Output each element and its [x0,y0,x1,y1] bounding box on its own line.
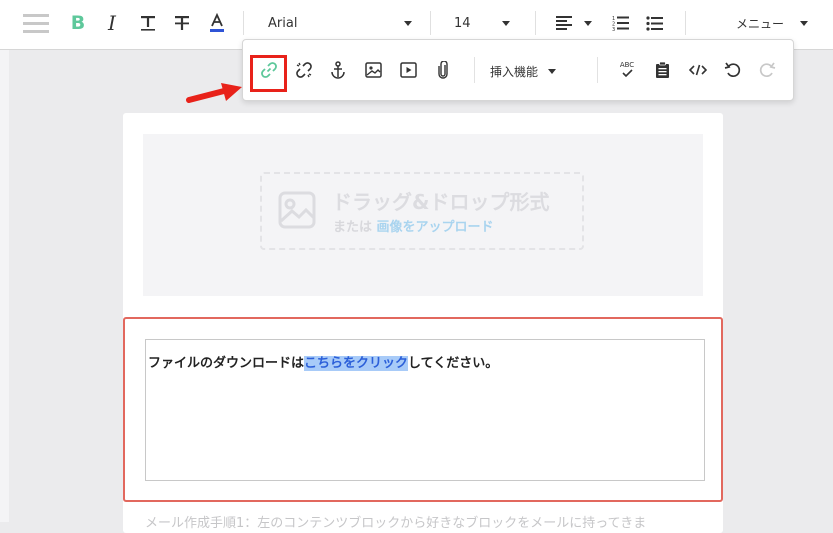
svg-text:3: 3 [612,27,615,31]
popup-divider [474,57,475,83]
insert-video-button[interactable] [391,50,425,90]
undo-button[interactable] [716,50,750,90]
image-icon [364,62,382,78]
text-before: ファイルのダウンロードは [148,356,305,371]
text-content[interactable]: ファイルのダウンロードはこちらをクリックしてください。 [148,352,498,371]
anchor-icon [331,61,345,79]
chevron-down-icon [404,20,412,26]
dropzone-title: ドラッグ&ドロップ形式 [332,190,550,214]
spellcheck-icon: ABC [620,61,634,78]
video-icon [399,62,417,78]
insert-feature-dropdown[interactable]: 挿入機能 [490,54,557,88]
link-highlight-box [250,55,287,92]
menu-label: メニュー [736,16,785,31]
toolbar-divider [430,11,431,35]
text-format-icon[interactable] [136,0,160,46]
chevron-down-icon [502,20,510,26]
insert-image-button[interactable] [356,50,390,90]
hamburger-menu-icon[interactable] [18,0,54,46]
dropzone-or-text: または [333,220,373,235]
dropzone-subtitle: または 画像をアップロード [333,216,494,235]
italic-button[interactable]: I [100,0,124,46]
selected-link-text[interactable]: こちらをクリック [304,356,409,371]
insert-feature-label: 挿入機能 [490,64,539,79]
code-icon [689,64,707,76]
attach-file-button[interactable] [426,50,460,90]
redo-icon [759,62,776,78]
spellcheck-button[interactable]: ABC [610,50,644,90]
spellcheck-label: ABC [620,61,634,69]
undo-icon [724,62,741,78]
paperclip-icon [438,61,448,79]
paste-text-button[interactable] [645,50,679,90]
unlink-icon [296,62,312,78]
font-size-value: 14 [454,15,471,31]
source-code-button[interactable] [681,50,715,90]
toolbar-divider [243,11,244,35]
remove-link-button[interactable] [287,50,321,90]
text-after: してください。 [408,356,499,371]
strikethrough-icon[interactable] [170,0,194,46]
bold-button[interactable]: B [66,0,90,46]
toolbar-divider [685,11,686,35]
font-family-value: Arial [268,15,298,31]
pointer-arrow-icon [186,83,242,103]
anchor-button[interactable] [321,50,355,90]
image-placeholder-icon [278,191,316,229]
redo-button[interactable] [750,50,784,90]
left-panel-edge [0,50,9,522]
clipboard-icon [655,61,669,78]
upload-image-link[interactable]: 画像をアップロード [377,220,494,235]
popup-divider [597,57,598,83]
align-left-icon [556,16,572,30]
chevron-down-icon [800,20,808,26]
chevron-down-icon [548,68,557,74]
font-color-icon[interactable] [205,0,229,46]
chevron-down-icon [584,20,592,26]
toolbar-divider [535,11,536,35]
